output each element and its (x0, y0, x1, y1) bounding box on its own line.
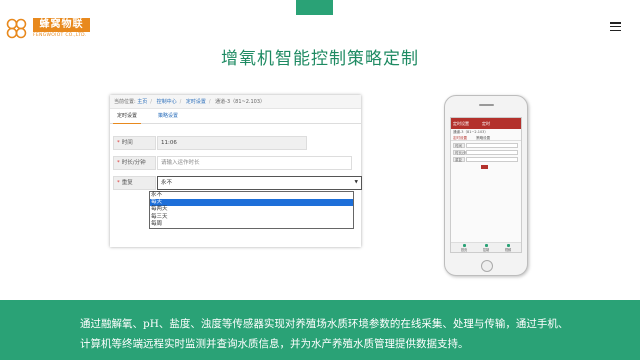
repeat-label: * 重复 (113, 176, 156, 190)
settings-screenshot-panel: 当前位置: 主页 / 控制中心 / 定时设置 / 通道-3（81~2.103） 定时设… (110, 95, 362, 247)
footer-description: 通过融解氧、pH、盐度、浊度等传感器实现对养殖场水质环境参数的在线采集、处理与传… (80, 314, 580, 354)
phone-screen: 定时设置 定时 通道-3（81~2.103） 定时设置 策略设置 时间 时长/分… (450, 117, 522, 253)
footer-line-1: 通过融解氧、pH、盐度、浊度等传感器实现对养殖场水质环境参数的在线采集、处理与传… (80, 318, 569, 330)
time-field[interactable]: 11:06 (157, 136, 307, 150)
wrench-icon (484, 244, 488, 247)
phone-bottom-nav: 首页 控制 视频 (451, 242, 521, 252)
brand-name: 蜂窝物联 (33, 18, 90, 32)
phone-row: 时长/分钟 (453, 150, 519, 155)
phone-mockup: 定时设置 定时 通道-3（81~2.103） 定时设置 策略设置 时间 时长/分… (444, 95, 528, 276)
breadcrumb-item-timer[interactable]: 定时设置 (186, 99, 206, 105)
repeat-dropdown-list: 永不 每天 每两天 每三天 每周 (149, 191, 354, 229)
phone-header: 定时设置 定时 (451, 118, 521, 129)
footer-line-2: 计算机等终端远程实时监测并查询水质信息，并为水产养殖水质管理提供数据支持。 (80, 338, 469, 350)
phone-tab-timer[interactable]: 定时设置 (453, 136, 467, 140)
phone-row: 重复 (453, 157, 519, 162)
tab-timer-settings[interactable]: 定时设置 (113, 109, 142, 124)
breadcrumb: 当前位置: 主页 / 控制中心 / 定时设置 / 通道-3（81~2.103） (110, 95, 361, 109)
dropdown-option-selected[interactable]: 每天 (150, 199, 353, 207)
brand-logo: 蜂窝物联 FENGWOIOT CO.,LTD. (5, 15, 105, 43)
phone-tabs: 定时设置 策略设置 (451, 135, 521, 141)
dropdown-option[interactable]: 永不 (150, 192, 353, 199)
dropdown-option[interactable]: 每周 (150, 221, 353, 228)
repeat-row: * 重复 永不 ▼ (113, 176, 362, 190)
video-icon (506, 244, 510, 247)
tab-strategy-settings[interactable]: 策略设置 (154, 109, 182, 124)
settings-tabs: 定时设置 策略设置 (110, 109, 361, 124)
duration-input[interactable]: 请输入运作时长 (157, 156, 352, 170)
breadcrumb-item-control[interactable]: 控制中心 (157, 99, 177, 105)
breadcrumb-item-channel: 通道-3（81~2.103） (215, 99, 266, 105)
phone-speaker (479, 104, 494, 106)
phone-nav-video[interactable]: 视频 (501, 244, 515, 252)
phone-nav-control[interactable]: 控制 (479, 244, 493, 252)
phone-nav-home[interactable]: 首页 (457, 244, 471, 252)
dropdown-option[interactable]: 每三天 (150, 214, 353, 221)
home-icon (462, 244, 466, 247)
honeycomb-logo-icon (6, 18, 27, 39)
top-accent-tab (296, 0, 333, 15)
duration-row: * 时长/分钟 请输入运作时长 (113, 156, 353, 170)
breadcrumb-prefix: 当前位置: (114, 99, 136, 105)
hamburger-menu-icon[interactable] (610, 22, 621, 32)
description-footer: 通过融解氧、pH、盐度、浊度等传感器实现对养殖场水质环境参数的在线采集、处理与传… (0, 300, 640, 360)
phone-back-label[interactable]: 定时设置 (453, 121, 469, 126)
breadcrumb-item-home[interactable]: 主页 (137, 99, 147, 105)
time-row: * 时间 11:06 (113, 136, 353, 150)
dropdown-option[interactable]: 每两天 (150, 206, 353, 213)
phone-tab-strategy[interactable]: 策略设置 (476, 136, 490, 140)
page-title: 增氧机智能控制策略定制 (221, 49, 419, 69)
duration-label: * 时长/分钟 (113, 156, 156, 170)
time-label: * 时间 (113, 136, 156, 150)
phone-save-button[interactable] (481, 165, 488, 169)
phone-row: 时间 (453, 143, 519, 148)
phone-header-title: 定时 (482, 121, 490, 126)
dropdown-arrow-icon: ▼ (354, 180, 358, 185)
brand-subtitle: FENGWOIOT CO.,LTD. (33, 33, 87, 38)
repeat-select[interactable]: 永不 ▼ (157, 176, 362, 190)
phone-home-button (481, 260, 493, 272)
